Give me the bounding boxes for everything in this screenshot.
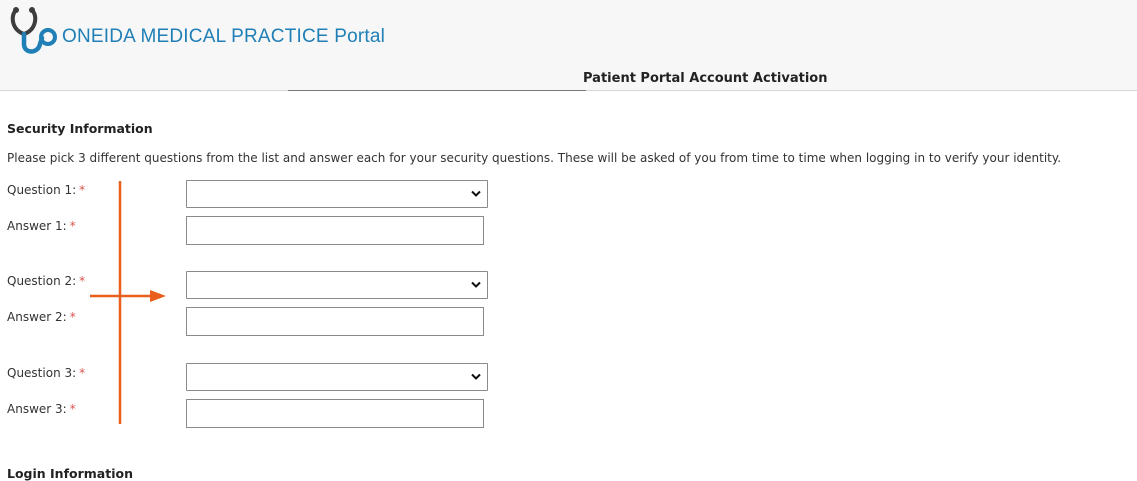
answer-3-input[interactable] (186, 399, 484, 428)
portal-header: ONEIDA MEDICAL PRACTICE Portal Patient P… (0, 0, 1137, 91)
required-marker: * (79, 183, 86, 197)
security-section-title: Security Information (7, 121, 153, 136)
answer-2-label: Answer 2: * (7, 310, 76, 324)
stethoscope-icon (10, 7, 57, 54)
required-marker: * (79, 366, 86, 380)
question-1-label: Question 1: * (7, 183, 86, 197)
question-3-select[interactable] (186, 363, 488, 391)
question-1-select[interactable] (186, 180, 488, 208)
question-3-label: Question 3: * (7, 366, 86, 380)
required-marker: * (69, 219, 76, 233)
question-2-select[interactable] (186, 271, 488, 299)
answer-3-label: Answer 3: * (7, 402, 76, 416)
answer-1-label: Answer 1: * (7, 219, 76, 233)
required-marker: * (69, 310, 76, 324)
security-instructions: Please pick 3 different questions from t… (7, 151, 1062, 165)
chevron-down-icon (471, 190, 481, 197)
chevron-down-icon (471, 373, 481, 380)
chevron-down-icon (471, 281, 481, 288)
answer-1-input[interactable] (186, 216, 484, 245)
required-marker: * (79, 274, 86, 288)
portal-brand-name: ONEIDA MEDICAL PRACTICE Portal (62, 26, 386, 47)
question-2-label: Question 2: * (7, 274, 86, 288)
answer-2-input[interactable] (186, 307, 484, 336)
page-title: Patient Portal Account Activation (583, 71, 828, 86)
title-underline (288, 90, 586, 91)
login-section-title: Login Information (7, 466, 133, 481)
required-marker: * (69, 402, 76, 416)
